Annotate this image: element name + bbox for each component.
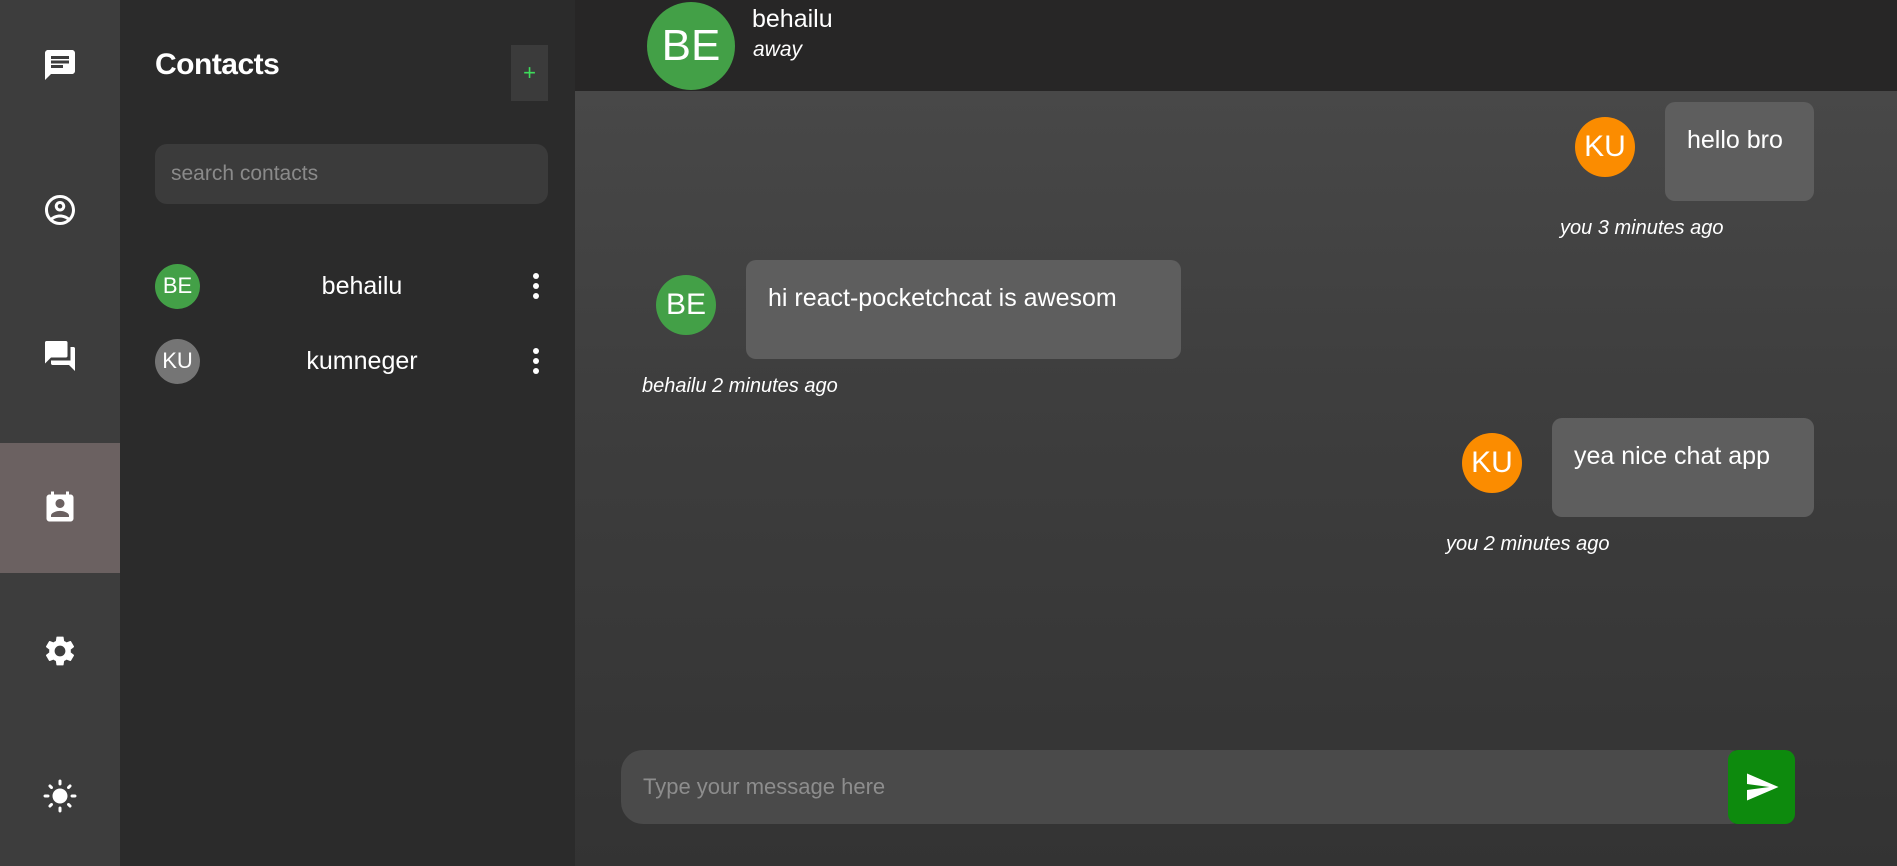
search-contacts-input[interactable] bbox=[155, 144, 548, 204]
avatar[interactable]: BE bbox=[647, 2, 735, 90]
add-contact-button[interactable]: + bbox=[511, 45, 548, 101]
chat-header: BE behailu away bbox=[575, 0, 1897, 91]
avatar: KU bbox=[1462, 433, 1522, 493]
message-meta: you 3 minutes ago bbox=[1560, 217, 1724, 239]
message-bubble: yea nice chat app bbox=[1552, 418, 1814, 517]
contact-item[interactable]: BE behailu bbox=[155, 261, 548, 311]
more-options-icon[interactable] bbox=[524, 268, 548, 304]
chat-partner-name: behailu bbox=[752, 5, 833, 33]
avatar: KU bbox=[1575, 117, 1635, 177]
contact-item[interactable]: KU kumneger bbox=[155, 336, 548, 386]
avatar: BE bbox=[656, 275, 716, 335]
chat-area: BE behailu away KU hello bro you 3 minut… bbox=[575, 0, 1897, 866]
message-meta: you 2 minutes ago bbox=[1446, 533, 1610, 555]
rail-item-chats[interactable] bbox=[0, 0, 120, 130]
rail-item-contacts[interactable] bbox=[0, 443, 120, 573]
rail-item-settings[interactable] bbox=[0, 586, 120, 716]
send-button[interactable] bbox=[1728, 750, 1795, 824]
brightness-icon bbox=[43, 779, 77, 813]
user-circle-icon bbox=[45, 195, 75, 225]
rail-item-profile[interactable] bbox=[0, 145, 120, 275]
icon-rail bbox=[0, 0, 120, 866]
send-icon bbox=[1746, 773, 1778, 801]
rail-item-groups[interactable] bbox=[0, 291, 120, 421]
chat-bubble-icon bbox=[45, 50, 75, 80]
avatar: KU bbox=[155, 338, 200, 384]
contact-name: kumneger bbox=[306, 346, 418, 375]
avatar: BE bbox=[155, 263, 200, 309]
message-composer bbox=[621, 750, 1795, 824]
gear-icon bbox=[45, 636, 75, 666]
message-input[interactable] bbox=[621, 750, 1671, 824]
message-meta: behailu 2 minutes ago bbox=[642, 375, 838, 397]
forum-icon bbox=[45, 341, 75, 371]
chat-partner-status: away bbox=[753, 38, 803, 61]
contacts-icon bbox=[46, 491, 74, 522]
message-bubble: hello bro bbox=[1665, 102, 1814, 201]
contacts-panel: Contacts + BE behailu KU kumneger bbox=[120, 0, 575, 866]
rail-item-theme[interactable] bbox=[0, 731, 120, 861]
contact-name: behailu bbox=[321, 271, 403, 300]
more-options-icon[interactable] bbox=[524, 343, 548, 379]
contacts-title: Contacts bbox=[155, 48, 280, 81]
message-bubble: hi react-pocketchcat is awesom bbox=[746, 260, 1181, 359]
